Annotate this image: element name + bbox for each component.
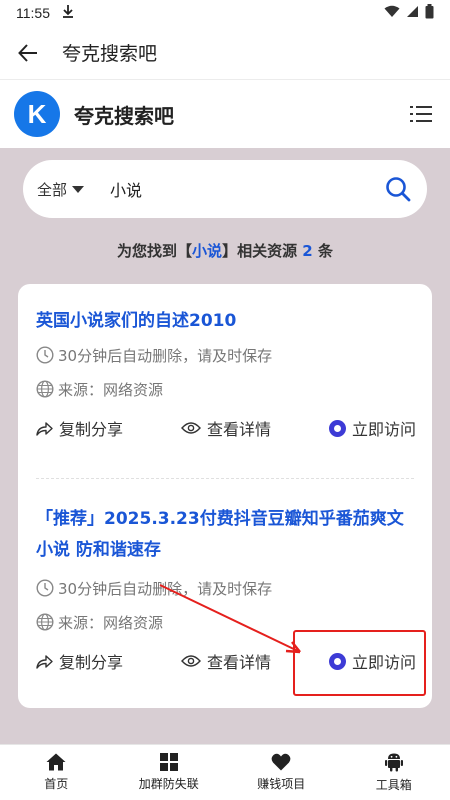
- menu-button[interactable]: [406, 99, 436, 129]
- share-icon: [36, 421, 53, 436]
- result-count: 2: [302, 242, 313, 260]
- result-expire-text: 30分钟后自动删除，请及时保存: [58, 579, 273, 598]
- result-summary-suffix: 条: [312, 242, 333, 260]
- nav-item-join-group[interactable]: 加群防失联: [113, 745, 226, 800]
- nav-item-label: 首页: [44, 777, 69, 791]
- copy-share-label: 复制分享: [59, 420, 124, 439]
- result-title[interactable]: 英国小说家们的自述2010: [36, 306, 416, 337]
- clock-icon: [36, 579, 54, 597]
- wifi-icon: [384, 5, 400, 22]
- eye-icon: [181, 422, 201, 434]
- copy-share-button[interactable]: 复制分享: [36, 649, 123, 673]
- view-detail-button[interactable]: 查看详情: [181, 649, 271, 673]
- result-source: 来源：网络资源: [36, 377, 416, 401]
- site-logo[interactable]: K: [14, 91, 60, 137]
- view-detail-button[interactable]: 查看详情: [181, 416, 271, 440]
- status-time: 11:55: [16, 5, 50, 21]
- caret-down-icon: [72, 185, 85, 193]
- search-input[interactable]: [110, 179, 351, 199]
- visit-icon: [328, 419, 346, 437]
- battery-icon: [425, 3, 434, 23]
- search-scope-label: 全部: [37, 180, 68, 199]
- copy-share-button[interactable]: 复制分享: [36, 416, 123, 440]
- app-bar: 夸克搜索吧: [0, 26, 450, 80]
- result-summary-prefix: 为您找到【: [117, 242, 193, 260]
- result-source-text: 来源：网络资源: [58, 380, 164, 399]
- nav-item-label: 赚钱项目: [257, 777, 306, 791]
- share-icon: [36, 654, 53, 669]
- result-keyword: 小说: [192, 242, 223, 260]
- search-icon: [386, 177, 411, 202]
- result-item: 英国小说家们的自述2010 30分钟后自动删除，请及时保存 来源：网络资源 复制…: [36, 306, 416, 441]
- grid-icon: [159, 753, 178, 771]
- nav-item-earn-money[interactable]: 赚钱项目: [225, 745, 338, 800]
- globe-icon: [36, 613, 54, 631]
- visit-now-button[interactable]: 立即访问: [328, 416, 416, 440]
- back-button[interactable]: [0, 26, 56, 80]
- search-scope-dropdown[interactable]: 全部: [37, 179, 85, 200]
- status-bar: 11:55: [0, 0, 450, 26]
- arrow-left-icon: [18, 43, 37, 62]
- result-actions: 复制分享 查看详情 立即访问: [36, 415, 416, 441]
- site-header: K 夸克搜索吧: [0, 80, 450, 148]
- result-divider: [36, 478, 414, 479]
- home-icon: [46, 753, 66, 771]
- result-summary-middle: 】相关资源: [222, 242, 303, 260]
- globe-icon: [36, 380, 54, 398]
- result-summary: 为您找到【小说】相关资源 2 条: [0, 240, 450, 261]
- nav-item-toolbox[interactable]: 工具箱: [338, 745, 450, 800]
- eye-icon: [181, 655, 201, 667]
- nav-item-home[interactable]: 首页: [0, 745, 113, 800]
- view-detail-label: 查看详情: [206, 420, 271, 439]
- nav-item-label: 加群防失联: [138, 777, 199, 791]
- result-expire: 30分钟后自动删除，请及时保存: [36, 343, 416, 367]
- result-expire-text: 30分钟后自动删除，请及时保存: [58, 346, 273, 365]
- heart-icon: [271, 753, 291, 771]
- annotation-highlight-box: [293, 630, 426, 696]
- result-title[interactable]: 「推荐」2025.3.23付费抖音豆瓣知乎番茄爽文小说 防和谐速存: [36, 504, 416, 566]
- nav-item-label: 工具箱: [375, 778, 412, 792]
- search-box: 全部: [23, 160, 427, 218]
- site-title: 夸克搜索吧: [74, 103, 174, 128]
- signal-icon: [406, 5, 419, 22]
- list-menu-icon: [410, 106, 432, 122]
- bottom-nav: 首页 加群防失联 赚钱项目 工具箱: [0, 744, 450, 800]
- view-detail-label: 查看详情: [206, 653, 271, 672]
- search-button[interactable]: [383, 174, 413, 204]
- result-expire: 30分钟后自动删除，请及时保存: [36, 576, 416, 600]
- result-source-text: 来源：网络资源: [58, 613, 164, 632]
- copy-share-label: 复制分享: [59, 653, 124, 672]
- app-bar-title: 夸克搜索吧: [62, 43, 158, 65]
- clock-icon: [36, 346, 54, 364]
- android-icon: [384, 753, 403, 772]
- download-icon: [62, 4, 74, 22]
- visit-now-label: 立即访问: [351, 420, 416, 439]
